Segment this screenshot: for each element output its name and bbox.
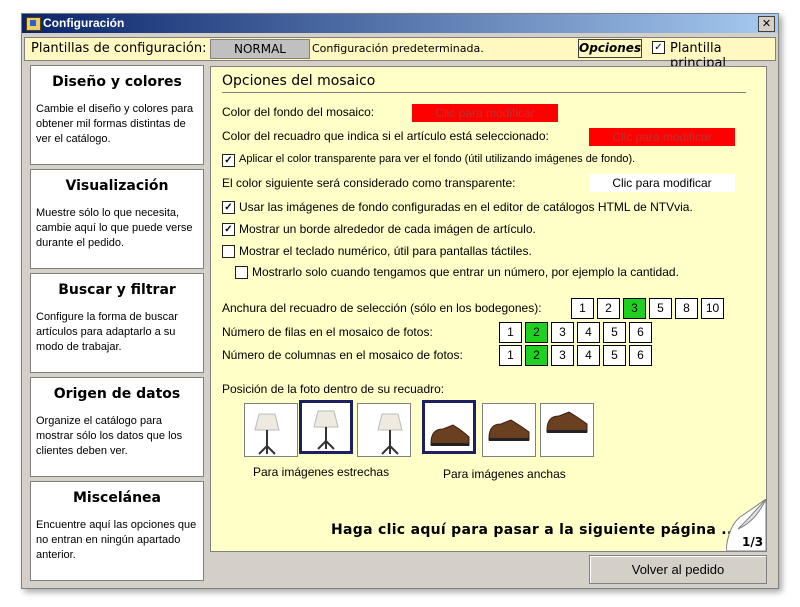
- sidebar-item-visualization[interactable]: Visualización Muestre sólo lo que necesi…: [30, 169, 204, 269]
- cols-option-5[interactable]: 5: [603, 345, 626, 366]
- keypad-sub-check-label: Mostrarlo solo cuando tengamos que entra…: [252, 265, 679, 279]
- keypad-check-label: Mostrar el teclado numérico, útil para p…: [239, 244, 532, 258]
- keypad-sub-checkbox[interactable]: [235, 266, 248, 279]
- rows-option-3[interactable]: 3: [551, 322, 574, 343]
- wide-position-top[interactable]: [540, 403, 594, 457]
- cols-label: Número de columnas en el mosaico de foto…: [222, 348, 463, 362]
- narrow-position-left[interactable]: [244, 403, 298, 457]
- sidebar-item-title: Miscelánea: [72, 490, 161, 506]
- width-option-10[interactable]: 10: [701, 298, 724, 319]
- options-button[interactable]: Opciones: [578, 39, 642, 58]
- wide-position-middle[interactable]: [482, 403, 536, 457]
- title-divider: [222, 92, 746, 93]
- sidebar-item-search[interactable]: Buscar y filtrar Configure la forma de b…: [30, 273, 204, 373]
- width-option-1[interactable]: 1: [571, 298, 594, 319]
- width-option-8[interactable]: 8: [675, 298, 698, 319]
- sidebar-item-desc: Encuentre aquí las opciones que no entra…: [36, 519, 197, 561]
- border-checkbox[interactable]: ✓: [222, 223, 235, 236]
- rows-option-6[interactable]: 6: [629, 322, 652, 343]
- sidebar-item-desc: Organize el catálogo para mostrar sólo l…: [36, 415, 183, 457]
- page-indicator: 1/3: [742, 535, 764, 549]
- transparent-check-label: Aplicar el color transparente para ver e…: [239, 153, 636, 165]
- shoe-image: [430, 424, 470, 446]
- width-option-2[interactable]: 2: [597, 298, 620, 319]
- rows-option-2[interactable]: 2: [525, 322, 548, 343]
- close-icon[interactable]: ✕: [758, 16, 775, 32]
- lamp-image: [313, 410, 339, 450]
- width-option-3[interactable]: 3: [623, 298, 646, 319]
- bg-color-button[interactable]: Clic para modificar: [412, 104, 558, 122]
- window-title: Configuración: [43, 16, 125, 30]
- template-description: Configuración predeterminada.: [312, 42, 484, 55]
- width-option-5[interactable]: 5: [649, 298, 672, 319]
- lamp-image: [254, 413, 280, 455]
- cols-option-1[interactable]: 1: [499, 345, 522, 366]
- back-to-order-button[interactable]: Volver al pedido: [589, 555, 767, 584]
- sidebar-item-title: Diseño y colores: [52, 74, 182, 90]
- transparent-checkbox[interactable]: ✓: [222, 154, 235, 167]
- bg-color-label: Color del fondo del mosaico:: [222, 105, 375, 119]
- rows-selector: 123456: [499, 322, 655, 343]
- width-selector: 1 2 3 5 8 10: [571, 298, 727, 319]
- sidebar-item-title: Visualización: [65, 178, 169, 194]
- cols-option-4[interactable]: 4: [577, 345, 600, 366]
- narrow-position-right[interactable]: [357, 403, 411, 457]
- shoe-image: [488, 419, 530, 441]
- rows-option-1[interactable]: 1: [499, 322, 522, 343]
- main-template-checkbox[interactable]: ✓: [652, 41, 665, 54]
- width-label: Anchura del recuadro de selección (sólo …: [222, 301, 542, 315]
- position-label: Posición de la foto dentro de su recuadr…: [222, 382, 445, 396]
- panel-title: Opciones del mosaico: [222, 73, 376, 89]
- wide-caption: Para imágenes anchas: [443, 467, 566, 481]
- sidebar-item-desc: Muestre sólo lo que necesita, cambie aqu…: [36, 207, 193, 249]
- shoe-image: [546, 411, 588, 433]
- cols-selector: 123456: [499, 345, 655, 366]
- wide-position-bottom[interactable]: [422, 400, 476, 454]
- sidebar-item-data-source[interactable]: Origen de datos Organize el catálogo par…: [30, 377, 204, 477]
- keypad-checkbox[interactable]: [222, 245, 235, 258]
- rows-option-5[interactable]: 5: [603, 322, 626, 343]
- sidebar-item-desc: Cambie el diseño y colores para obtener …: [36, 103, 194, 145]
- bg-images-check-label: Usar las imágenes de fondo configuradas …: [239, 200, 693, 214]
- narrow-caption: Para imágenes estrechas: [253, 465, 390, 479]
- sel-color-button[interactable]: Clic para modificar: [589, 128, 735, 146]
- sidebar-item-title: Buscar y filtrar: [58, 282, 176, 298]
- rows-label: Número de filas en el mosaico de fotos:: [222, 325, 433, 339]
- template-toolbar: Plantillas de configuración: NORMAL Conf…: [24, 37, 776, 71]
- template-name-field[interactable]: NORMAL: [210, 39, 310, 59]
- sidebar-item-misc[interactable]: Miscelánea Encuentre aquí las opciones q…: [30, 481, 204, 581]
- sidebar-item-desc: Configure la forma de buscar artículos p…: [36, 311, 178, 353]
- lamp-image: [377, 413, 403, 455]
- cols-option-3[interactable]: 3: [551, 345, 574, 366]
- rows-option-4[interactable]: 4: [577, 322, 600, 343]
- title-bar[interactable]: Configuración ✕: [22, 14, 778, 33]
- next-page-link[interactable]: Haga clic aquí para pasar a la siguiente…: [331, 522, 738, 538]
- narrow-position-center[interactable]: [299, 400, 353, 454]
- mosaic-options-panel: Opciones del mosaico Color del fondo del…: [210, 66, 767, 552]
- sidebar-item-design[interactable]: Diseño y colores Cambie el diseño y colo…: [30, 65, 204, 165]
- bg-images-checkbox[interactable]: ✓: [222, 201, 235, 214]
- config-window: Configuración ✕ Plantillas de configurac…: [21, 13, 779, 589]
- transparent-color-button[interactable]: Clic para modificar: [589, 174, 735, 192]
- app-icon: [26, 17, 41, 31]
- sidebar-item-title: Origen de datos: [53, 386, 181, 402]
- cols-option-2[interactable]: 2: [525, 345, 548, 366]
- template-label: Plantillas de configuración:: [31, 41, 207, 56]
- sel-color-label: Color del recuadro que indica si el artí…: [222, 129, 549, 143]
- transparent-label: El color siguiente será considerado como…: [222, 176, 516, 190]
- cols-option-6[interactable]: 6: [629, 345, 652, 366]
- border-check-label: Mostrar un borde alrededor de cada imáge…: [239, 222, 536, 236]
